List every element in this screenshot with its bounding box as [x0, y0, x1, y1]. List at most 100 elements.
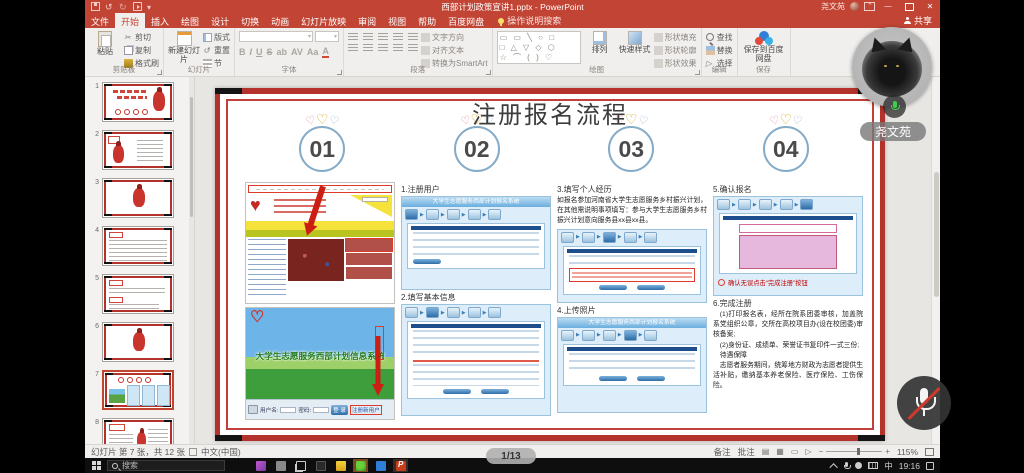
thumbnail-preview[interactable] [102, 82, 174, 122]
action-center-icon[interactable] [926, 462, 934, 470]
save-to-baidu-pan-button[interactable]: 保存到百度网盘 [742, 31, 786, 66]
tab-insert[interactable]: 插入 [145, 13, 175, 28]
personal-history-screenshot[interactable]: ▶▶▶▶ [557, 229, 707, 303]
bold-icon[interactable]: B [239, 47, 246, 57]
justify-icon[interactable] [393, 44, 403, 52]
tab-draw[interactable]: 绘图 [175, 13, 205, 28]
tab-view[interactable]: 视图 [382, 13, 412, 28]
normal-view-icon[interactable]: ▤ [762, 447, 770, 456]
dialog-launcher-icon[interactable] [486, 70, 491, 75]
language-indicator[interactable]: 中文(中国) [201, 446, 241, 458]
slideshow-view-icon[interactable]: ▷ [805, 447, 811, 456]
slide-sorter-icon[interactable]: ▦ [776, 447, 784, 456]
tab-baidu-pan[interactable]: 百度网盘 [442, 13, 490, 28]
tray-microphone-icon[interactable] [844, 462, 849, 470]
save-icon[interactable] [91, 2, 100, 11]
upload-photo-screenshot[interactable]: 大学生志愿服务西部计划报名系统 ▶▶▶▶ [557, 317, 707, 413]
notes-toggle[interactable]: 备注 [714, 446, 731, 458]
zoom-in-icon[interactable]: + [885, 447, 890, 456]
thumbnail-slide-1[interactable]: 1 [91, 82, 194, 122]
taskbar-search-box[interactable]: 搜索 [107, 460, 225, 471]
thumbnail-preview[interactable] [102, 274, 174, 314]
replace-button[interactable]: 替换 [706, 45, 733, 56]
confirm-signup-screenshot[interactable]: ▶▶▶▶ 确认无误点击“完成注册”按钮 [713, 196, 863, 296]
tray-expand-icon[interactable] [830, 463, 838, 471]
indent-decrease-icon[interactable] [378, 33, 388, 41]
step-number-circle[interactable]: 02 [454, 126, 500, 172]
font-size-combobox[interactable] [315, 31, 339, 42]
minimize-button[interactable] [880, 0, 896, 13]
presenter-mic-indicator[interactable] [883, 95, 906, 118]
tab-transitions[interactable]: 切换 [235, 13, 265, 28]
change-case-icon[interactable]: Aa [307, 47, 319, 57]
tab-home[interactable]: 开始 [115, 13, 145, 28]
spell-check-icon[interactable] [189, 448, 197, 456]
slide-canvas[interactable]: 注册报名流程 01 02 03 [215, 88, 885, 441]
text-direction-button[interactable]: 文字方向 [421, 32, 488, 43]
thumbnail-slide-8[interactable]: 8 [91, 418, 194, 444]
login-page-screenshot[interactable]: 大学生志愿服务西部计划信息系统 用户名: 密码: 登 录 [245, 307, 395, 420]
indent-increase-icon[interactable] [393, 33, 403, 41]
file-explorer-icon[interactable] [333, 459, 348, 472]
find-button[interactable]: 查找 [706, 32, 733, 43]
line-spacing-icon[interactable] [408, 33, 418, 41]
new-slide-button[interactable]: 新建幻灯片 [168, 31, 200, 66]
undo-icon[interactable] [105, 2, 114, 11]
website-home-screenshot[interactable] [245, 182, 395, 304]
maximize-button[interactable] [901, 0, 917, 13]
character-spacing-icon[interactable]: AV [291, 47, 303, 57]
columns-icon[interactable] [408, 44, 418, 52]
comments-toggle[interactable]: 批注 [738, 446, 755, 458]
tab-help[interactable]: 帮助 [412, 13, 442, 28]
quick-styles-button[interactable]: 快速样式 [619, 31, 651, 66]
caption-confirm-signup[interactable]: 5.确认报名 [713, 184, 863, 195]
reset-button[interactable]: 重置 [203, 45, 230, 56]
task-view-icon[interactable] [293, 459, 308, 472]
thumbnail-preview[interactable] [102, 178, 174, 218]
redo-icon[interactable] [119, 2, 128, 11]
numbering-icon[interactable] [363, 33, 373, 41]
thumbnail-slide-4[interactable]: 4 [91, 226, 194, 266]
cut-button[interactable]: 剪切 [124, 32, 159, 43]
bullets-icon[interactable] [348, 33, 358, 41]
shapes-gallery[interactable] [497, 31, 581, 64]
caption-finish-register[interactable]: 6.完成注册 [713, 298, 863, 309]
arrange-button[interactable]: 排列 [584, 31, 616, 66]
taskbar-app-icon[interactable] [273, 459, 288, 472]
taskbar-app-meeting[interactable] [373, 459, 388, 472]
panel-scrollbar[interactable] [189, 77, 194, 444]
align-text-button[interactable]: 对齐文本 [421, 45, 488, 56]
step-number-circle[interactable]: 03 [608, 126, 654, 172]
close-button[interactable] [922, 0, 938, 13]
basic-info-screenshot[interactable]: ▶▶▶▶ [401, 304, 551, 416]
tab-animations[interactable]: 动画 [265, 13, 295, 28]
zoom-level[interactable]: 115% [897, 447, 918, 457]
thumbnail-slide-7-selected[interactable]: 7 [91, 370, 194, 410]
touch-keyboard-icon[interactable] [868, 462, 878, 469]
fit-to-window-icon[interactable] [925, 448, 934, 456]
shape-fill-button[interactable]: 形状填充 [654, 32, 697, 43]
step3-paragraph[interactable]: 如报名参加河南省大学生志愿服务乡村振兴计划，在其他需说明事项填写：参与大学生志愿… [557, 196, 707, 227]
customize-toolbar-icon[interactable] [147, 2, 156, 11]
thumbnail-preview[interactable] [102, 130, 174, 170]
align-left-icon[interactable] [348, 44, 358, 52]
step-number-circle[interactable]: 01 [299, 126, 345, 172]
taskbar-app-photos[interactable] [253, 459, 268, 472]
strikethrough-icon[interactable]: S [267, 47, 273, 57]
italic-icon[interactable]: I [250, 47, 253, 57]
thumbnail-slide-2[interactable]: 2 [91, 130, 194, 170]
tab-slideshow[interactable]: 幻灯片放映 [295, 13, 352, 28]
tell-me-search[interactable]: 操作说明搜索 [498, 13, 561, 28]
taskbar-app-highlighted[interactable] [353, 459, 368, 472]
tab-file[interactable]: 文件 [85, 13, 115, 28]
tab-review[interactable]: 审阅 [352, 13, 382, 28]
slide-title[interactable]: 注册报名流程 [215, 95, 885, 130]
tray-app-icon[interactable] [855, 462, 862, 469]
thumbnail-preview[interactable] [102, 226, 174, 266]
thumbnail-preview[interactable] [102, 322, 174, 362]
thumbnail-preview[interactable] [102, 418, 174, 444]
ime-indicator[interactable]: 中 [884, 460, 893, 472]
step6-paragraph[interactable]: (1)打印报名表，经所在院系团委审核，加盖院系党组织公章，交所在高校项目办(设在… [713, 310, 863, 392]
taskbar-app-powerpoint-active[interactable] [393, 459, 408, 472]
thumbnail-slide-3[interactable]: 3 [91, 178, 194, 218]
